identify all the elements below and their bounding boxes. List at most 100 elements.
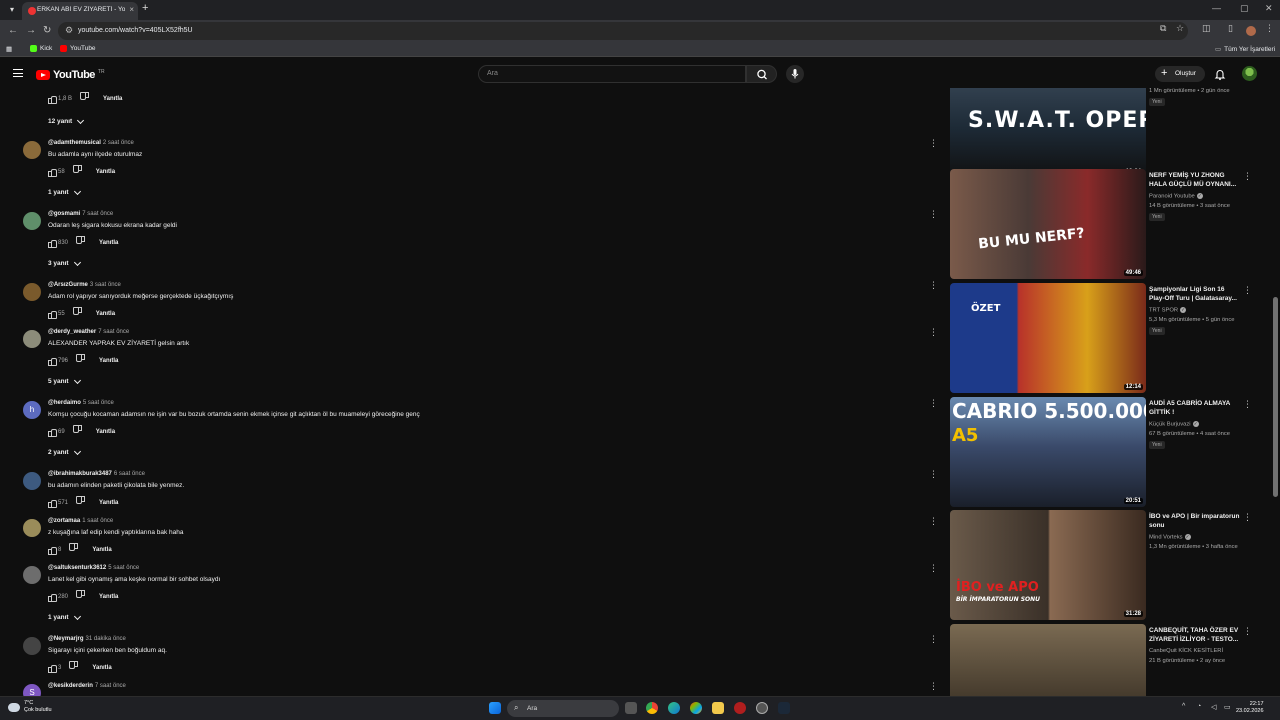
video-title[interactable]: NERF YEMİŞ YU ZHONG HALA GÜÇLÜ MÜ OYNANI… (1149, 171, 1241, 189)
reply-button[interactable]: Yanıtla (96, 429, 115, 435)
all-bookmarks[interactable]: ▭ Tüm Yer İşaretleri (1215, 45, 1275, 54)
video-title[interactable]: Şampiyonlar Ligi Son 16 Play-Off Turu | … (1149, 285, 1241, 303)
avatar[interactable] (23, 637, 41, 655)
video-thumbnail[interactable]: BU MU NERF? 49:46 (950, 169, 1146, 279)
comment-more-icon[interactable]: ⋮ (929, 681, 938, 692)
comment-time[interactable]: 7 saat önce (82, 211, 113, 217)
browser-tab[interactable]: ERKAN ABİ EV ZİYARETİ - YouTube × (22, 2, 138, 20)
steam-icon[interactable] (778, 702, 790, 714)
network-icon[interactable]: ◔ (1197, 703, 1201, 710)
comment-more-icon[interactable]: ⋮ (929, 634, 938, 645)
video-title[interactable]: CANBEQUİT, TAHA ÖZER EV ZİYARETİ İZLİYOR… (1149, 626, 1241, 644)
task-view-icon[interactable] (625, 702, 637, 714)
like-icon[interactable] (48, 168, 57, 177)
avatar[interactable] (23, 283, 41, 301)
like-icon[interactable] (48, 664, 57, 673)
dislike-icon[interactable] (75, 427, 82, 434)
reload-icon[interactable]: ↻ (43, 25, 51, 36)
reply-button[interactable]: Yanıtla (99, 240, 118, 246)
video-more-icon[interactable]: ⋮ (1243, 171, 1252, 182)
replies-toggle[interactable]: 5 yanıt (48, 376, 81, 385)
comment-author[interactable]: @gosmami (48, 211, 80, 217)
comment-author[interactable]: @saltuksenturk3612 (48, 565, 106, 571)
app-icon[interactable] (734, 702, 746, 714)
replies-toggle[interactable]: 1 yanıt (48, 612, 81, 621)
replies-toggle[interactable]: 1 yanıt (48, 187, 81, 196)
profile-avatar[interactable] (1246, 26, 1256, 36)
reply-button[interactable]: Yanıtla (99, 594, 118, 600)
close-window-icon[interactable]: ✕ (1265, 3, 1273, 14)
reply-button[interactable]: Yanıtla (96, 169, 115, 175)
new-tab-button[interactable]: + (142, 2, 148, 14)
video-thumbnail[interactable]: CABRIO 5.500.000₺A5 20:51 (950, 397, 1146, 507)
weather-widget[interactable]: 7°C Çok bulutlu (8, 700, 52, 714)
dislike-icon[interactable] (78, 356, 85, 363)
comment-more-icon[interactable]: ⋮ (929, 138, 938, 149)
reply-button[interactable]: Yanıtla (103, 96, 122, 102)
dislike-icon[interactable] (78, 498, 85, 505)
scrollbar-thumb[interactable] (1273, 297, 1278, 497)
reply-button[interactable]: Yanıtla (99, 500, 118, 506)
comment-time[interactable]: 1 saat önce (82, 518, 113, 524)
extensions-icon[interactable]: ◫ (1202, 23, 1211, 34)
reply-button[interactable]: Yanıtla (92, 665, 111, 671)
back-icon[interactable]: ← (8, 25, 18, 36)
tab-search-icon[interactable]: ▾ (6, 4, 18, 16)
comment-more-icon[interactable]: ⋮ (929, 280, 938, 291)
channel-name[interactable]: Küçük Burjuvazi ✓ (1149, 421, 1199, 428)
cast-icon[interactable]: ⧉ (1160, 23, 1166, 34)
comment-more-icon[interactable]: ⋮ (929, 398, 938, 409)
browser-menu-icon[interactable]: ⋮ (1265, 23, 1274, 34)
comment-author[interactable]: @kesikderderin (48, 683, 93, 689)
edge-icon[interactable] (668, 702, 680, 714)
comment-time[interactable]: 2 saat önce (103, 140, 134, 146)
comment-author[interactable]: @derdy_weather (48, 329, 96, 335)
comment-author[interactable]: @Neymarjrg (48, 636, 84, 642)
search-button[interactable] (746, 65, 777, 83)
video-more-icon[interactable]: ⋮ (1243, 626, 1252, 637)
page-scrollbar[interactable] (1271, 60, 1280, 696)
obs-icon[interactable] (756, 702, 768, 714)
windows-start-icon[interactable] (489, 702, 501, 714)
tray-chevron-icon[interactable]: ^ (1182, 703, 1185, 710)
dislike-icon[interactable] (75, 309, 82, 316)
channel-name[interactable]: Mind Vorteks ✓ (1149, 534, 1191, 541)
apps-icon[interactable]: ▦ (6, 45, 12, 53)
avatar[interactable]: h (23, 401, 41, 419)
comment-more-icon[interactable]: ⋮ (929, 563, 938, 574)
comment-time[interactable]: 5 saat önce (83, 400, 114, 406)
like-icon[interactable] (48, 95, 57, 104)
reply-button[interactable]: Yanıtla (99, 358, 118, 364)
taskbar-search[interactable]: ⌕ Ara (507, 700, 619, 717)
site-info-icon[interactable]: ⚙ (65, 25, 73, 36)
like-icon[interactable] (48, 310, 57, 319)
like-icon[interactable] (48, 239, 57, 248)
channel-name[interactable]: CanbeQuit KİCK KESİTLERİ (1149, 648, 1223, 654)
system-clock[interactable]: 22:17 23.02.2026 (1236, 701, 1264, 715)
minimize-icon[interactable]: — (1212, 3, 1221, 13)
bookmark-star-icon[interactable]: ☆ (1176, 23, 1184, 34)
dislike-icon[interactable] (71, 663, 78, 670)
avatar[interactable] (23, 566, 41, 584)
replies-toggle[interactable]: 12 yanıt (48, 116, 85, 125)
comment-more-icon[interactable]: ⋮ (929, 469, 938, 480)
comment-time[interactable]: 7 saat önce (98, 329, 129, 335)
channel-name[interactable]: Paranoid Youtube ✓ (1149, 193, 1203, 200)
search-input[interactable]: Ara (478, 65, 746, 83)
comment-author[interactable]: @adamthemusical (48, 140, 101, 146)
file-explorer-icon[interactable] (712, 702, 724, 714)
video-thumbnail[interactable]: İBO ve APO BİR İMPARATORUN SONU 31:28 (950, 510, 1146, 620)
video-thumbnail[interactable]: S.W.A.T. OPERASYONU19:24 (950, 88, 1146, 178)
comment-more-icon[interactable]: ⋮ (929, 209, 938, 220)
account-avatar[interactable] (1242, 66, 1257, 81)
chrome-icon[interactable] (646, 702, 658, 714)
bookmark-kick[interactable]: Kick (30, 45, 52, 52)
voice-search-button[interactable] (786, 65, 804, 83)
copilot-icon[interactable] (690, 702, 702, 714)
comment-author[interactable]: @ibrahimakburak3487 (48, 471, 112, 477)
sidebar-icon[interactable]: ▯ (1228, 23, 1233, 34)
video-more-icon[interactable]: ⋮ (1243, 285, 1252, 296)
like-icon[interactable] (48, 357, 57, 366)
video-more-icon[interactable]: ⋮ (1243, 512, 1252, 523)
comment-author[interactable]: @ArsızGurme (48, 282, 88, 288)
